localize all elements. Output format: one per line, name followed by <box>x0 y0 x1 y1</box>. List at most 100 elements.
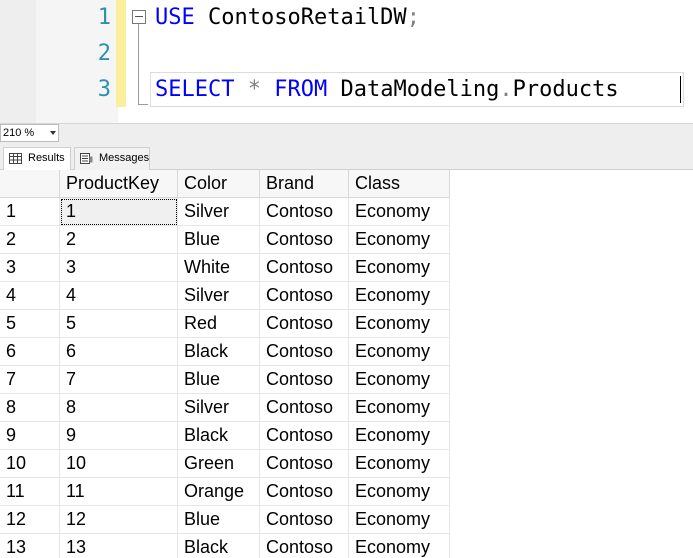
table-row[interactable]: 9 9 Black Contoso Economy <box>0 422 450 450</box>
row-number-cell[interactable]: 3 <box>0 254 60 282</box>
change-tracking-bar <box>116 0 126 107</box>
table-row[interactable]: 4 4 Silver Contoso Economy <box>0 282 450 310</box>
brand-cell[interactable]: Contoso <box>260 310 349 338</box>
grid-icon <box>9 153 22 164</box>
productkey-cell[interactable]: 8 <box>60 394 178 422</box>
row-number-cell[interactable]: 9 <box>0 422 60 450</box>
row-number-cell[interactable]: 5 <box>0 310 60 338</box>
color-cell[interactable]: Blue <box>178 506 260 534</box>
zoom-dropdown[interactable]: 210 % <box>0 124 59 142</box>
row-number-cell[interactable]: 4 <box>0 282 60 310</box>
brand-cell[interactable]: Contoso <box>260 534 349 558</box>
text-caret <box>680 76 681 103</box>
row-header-corner[interactable] <box>0 170 60 198</box>
row-number-cell[interactable]: 8 <box>0 394 60 422</box>
productkey-cell[interactable]: 11 <box>60 478 178 506</box>
class-cell[interactable]: Economy <box>349 478 450 506</box>
row-number-cell[interactable]: 2 <box>0 226 60 254</box>
brand-cell[interactable]: Contoso <box>260 226 349 254</box>
row-number-cell[interactable]: 6 <box>0 338 60 366</box>
productkey-cell[interactable]: 2 <box>60 226 178 254</box>
table-row[interactable]: 6 6 Black Contoso Economy <box>0 338 450 366</box>
table-row[interactable]: 8 8 Silver Contoso Economy <box>0 394 450 422</box>
brand-cell[interactable]: Contoso <box>260 366 349 394</box>
color-cell[interactable]: Silver <box>178 394 260 422</box>
row-number-cell[interactable]: 11 <box>0 478 60 506</box>
table-row[interactable]: 2 2 Blue Contoso Economy <box>0 226 450 254</box>
color-cell[interactable]: White <box>178 254 260 282</box>
editor-margin <box>0 0 36 123</box>
code-line-1[interactable]: USE ContosoRetailDW; <box>155 0 420 36</box>
table-row[interactable]: 12 12 Blue Contoso Economy <box>0 506 450 534</box>
productkey-cell[interactable]: 6 <box>60 338 178 366</box>
code-line-3[interactable]: SELECT * FROM DataModeling.Products <box>155 72 619 108</box>
color-cell[interactable]: Blue <box>178 226 260 254</box>
productkey-cell[interactable]: 10 <box>60 450 178 478</box>
class-cell[interactable]: Economy <box>349 394 450 422</box>
class-cell[interactable]: Economy <box>349 506 450 534</box>
table-row[interactable]: 5 5 Red Contoso Economy <box>0 310 450 338</box>
table-row[interactable]: 11 11 Orange Contoso Economy <box>0 478 450 506</box>
color-cell[interactable]: Silver <box>178 198 260 226</box>
productkey-cell[interactable]: 3 <box>60 254 178 282</box>
chevron-down-icon[interactable] <box>50 131 56 135</box>
brand-cell[interactable]: Contoso <box>260 478 349 506</box>
color-cell[interactable]: Black <box>178 338 260 366</box>
class-cell[interactable]: Economy <box>349 366 450 394</box>
color-cell[interactable]: Silver <box>178 282 260 310</box>
class-cell[interactable]: Economy <box>349 198 450 226</box>
column-header-productkey[interactable]: ProductKey <box>60 170 178 198</box>
table-row[interactable]: 7 7 Blue Contoso Economy <box>0 366 450 394</box>
class-cell[interactable]: Economy <box>349 282 450 310</box>
database-name: ContosoRetailDW <box>208 5 407 30</box>
results-grid[interactable]: ProductKey Color Brand Class 1 1 Silver Con… <box>0 170 693 558</box>
brand-cell[interactable]: Contoso <box>260 422 349 450</box>
table-row[interactable]: 1 1 Silver Contoso Economy <box>0 198 450 226</box>
row-number-cell[interactable]: 1 <box>0 198 60 226</box>
query-editor[interactable]: 1 2 3 USE ContosoRetailDW; SELECT * FROM… <box>0 0 693 123</box>
productkey-cell[interactable]: 13 <box>60 534 178 558</box>
color-cell[interactable]: Red <box>178 310 260 338</box>
tab-messages-label: Messages <box>99 152 150 164</box>
table-row[interactable]: 3 3 White Contoso Economy <box>0 254 450 282</box>
star-operator: * <box>247 77 261 102</box>
class-cell[interactable]: Economy <box>349 338 450 366</box>
column-header-class[interactable]: Class <box>349 170 450 198</box>
brand-cell[interactable]: Contoso <box>260 338 349 366</box>
color-cell[interactable]: Orange <box>178 478 260 506</box>
color-cell[interactable]: Blue <box>178 366 260 394</box>
brand-cell[interactable]: Contoso <box>260 282 349 310</box>
brand-cell[interactable]: Contoso <box>260 198 349 226</box>
class-cell[interactable]: Economy <box>349 226 450 254</box>
line-number: 3 <box>97 77 111 102</box>
table-row[interactable]: 13 13 Black Contoso Economy <box>0 534 450 558</box>
column-header-brand[interactable]: Brand <box>260 170 349 198</box>
productkey-cell[interactable]: 7 <box>60 366 178 394</box>
class-cell[interactable]: Economy <box>349 310 450 338</box>
tab-messages[interactable]: Messages <box>74 147 150 170</box>
brand-cell[interactable]: Contoso <box>260 394 349 422</box>
color-cell[interactable]: Black <box>178 422 260 450</box>
brand-cell[interactable]: Contoso <box>260 506 349 534</box>
brand-cell[interactable]: Contoso <box>260 254 349 282</box>
column-header-color[interactable]: Color <box>178 170 260 198</box>
table-row[interactable]: 10 10 Green Contoso Economy <box>0 450 450 478</box>
color-cell[interactable]: Green <box>178 450 260 478</box>
productkey-cell[interactable]: 1 <box>60 198 178 226</box>
productkey-cell[interactable]: 12 <box>60 506 178 534</box>
row-number-cell[interactable]: 13 <box>0 534 60 558</box>
class-cell[interactable]: Economy <box>349 254 450 282</box>
collapse-icon[interactable] <box>132 10 146 24</box>
row-number-cell[interactable]: 7 <box>0 366 60 394</box>
tab-results[interactable]: Results <box>3 147 71 170</box>
productkey-cell[interactable]: 5 <box>60 310 178 338</box>
brand-cell[interactable]: Contoso <box>260 450 349 478</box>
class-cell[interactable]: Economy <box>349 422 450 450</box>
class-cell[interactable]: Economy <box>349 450 450 478</box>
row-number-cell[interactable]: 12 <box>0 506 60 534</box>
productkey-cell[interactable]: 9 <box>60 422 178 450</box>
productkey-cell[interactable]: 4 <box>60 282 178 310</box>
color-cell[interactable]: Black <box>178 534 260 558</box>
row-number-cell[interactable]: 10 <box>0 450 60 478</box>
class-cell[interactable]: Economy <box>349 534 450 558</box>
